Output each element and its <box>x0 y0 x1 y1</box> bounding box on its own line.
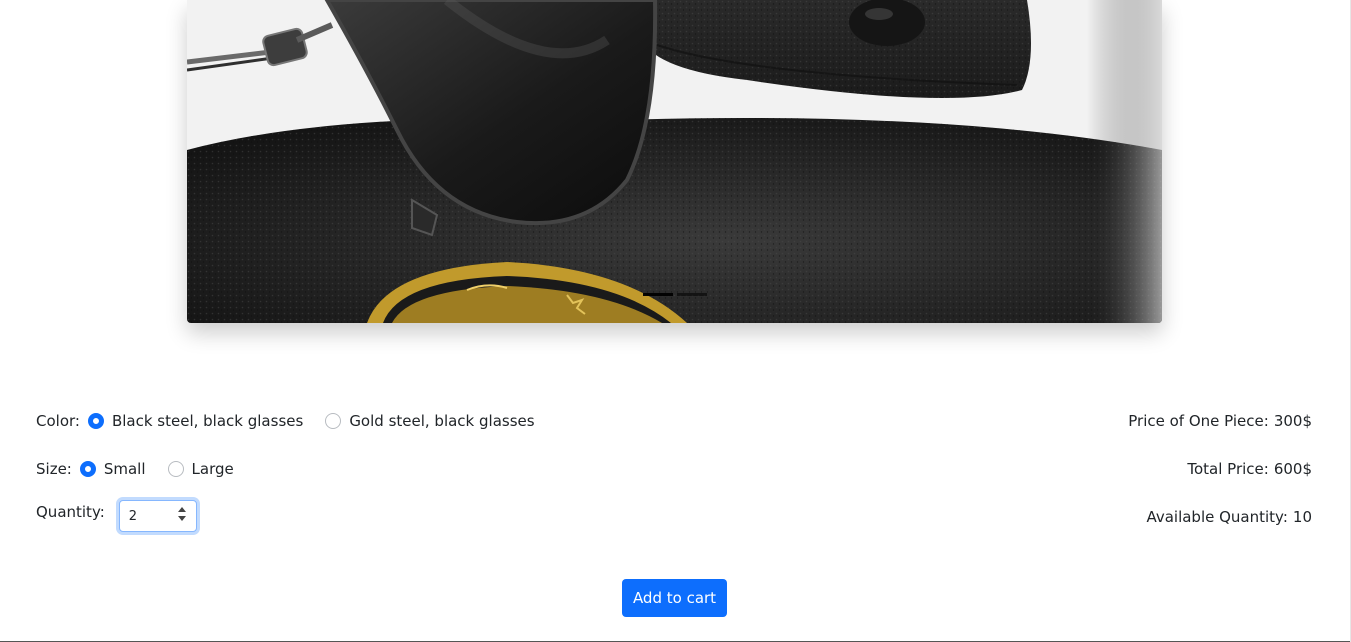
total-price: Total Price: 600$ <box>1187 460 1312 478</box>
quantity-label: Quantity: <box>36 503 105 521</box>
carousel-indicators <box>187 293 1162 296</box>
size-option-group: Size: Small Large <box>36 460 256 478</box>
size-option-large[interactable]: Large <box>167 460 256 478</box>
color-label: Color: <box>36 412 80 430</box>
size-option-label: Small <box>103 460 146 478</box>
color-option-gold-steel[interactable]: Gold steel, black glasses <box>325 412 556 430</box>
size-label: Size: <box>36 460 72 478</box>
quantity-spinner[interactable] <box>177 507 186 521</box>
unit-price-label: Price of One Piece: <box>1128 412 1269 430</box>
product-carousel[interactable] <box>187 0 1162 323</box>
spin-down-icon[interactable] <box>177 516 186 521</box>
product-page: Color: Black steel, black glasses Gold s… <box>0 0 1351 642</box>
carousel-indicator-2[interactable] <box>676 293 707 296</box>
add-to-cart-button[interactable]: Add to cart <box>622 579 727 617</box>
unit-price-value: 300$ <box>1273 412 1312 430</box>
size-option-small[interactable]: Small <box>79 460 168 478</box>
color-option-label: Gold steel, black glasses <box>349 412 535 430</box>
quantity-stepper[interactable] <box>118 500 197 532</box>
total-price-label: Total Price: <box>1187 460 1269 478</box>
color-option-black-steel[interactable]: Black steel, black glasses <box>87 412 325 430</box>
color-option-group: Color: Black steel, black glasses Gold s… <box>36 412 557 430</box>
radio-unchecked-icon[interactable] <box>167 461 184 477</box>
radio-checked-icon[interactable] <box>79 461 96 477</box>
quantity-group: Quantity: <box>36 500 197 532</box>
radio-checked-icon[interactable] <box>87 413 104 429</box>
color-option-label: Black steel, black glasses <box>111 412 304 430</box>
available-quantity-label: Available Quantity: <box>1146 508 1288 526</box>
available-quantity-value: 10 <box>1292 508 1312 526</box>
quantity-input[interactable] <box>128 508 177 524</box>
available-quantity: Available Quantity: 10 <box>1146 508 1312 526</box>
total-price-value: 600$ <box>1273 460 1312 478</box>
size-option-label: Large <box>191 460 234 478</box>
unit-price: Price of One Piece: 300$ <box>1128 412 1312 430</box>
spin-up-icon[interactable] <box>177 507 186 512</box>
radio-unchecked-icon[interactable] <box>325 413 342 429</box>
carousel-indicator-1[interactable] <box>642 293 673 296</box>
product-image <box>187 0 1162 323</box>
